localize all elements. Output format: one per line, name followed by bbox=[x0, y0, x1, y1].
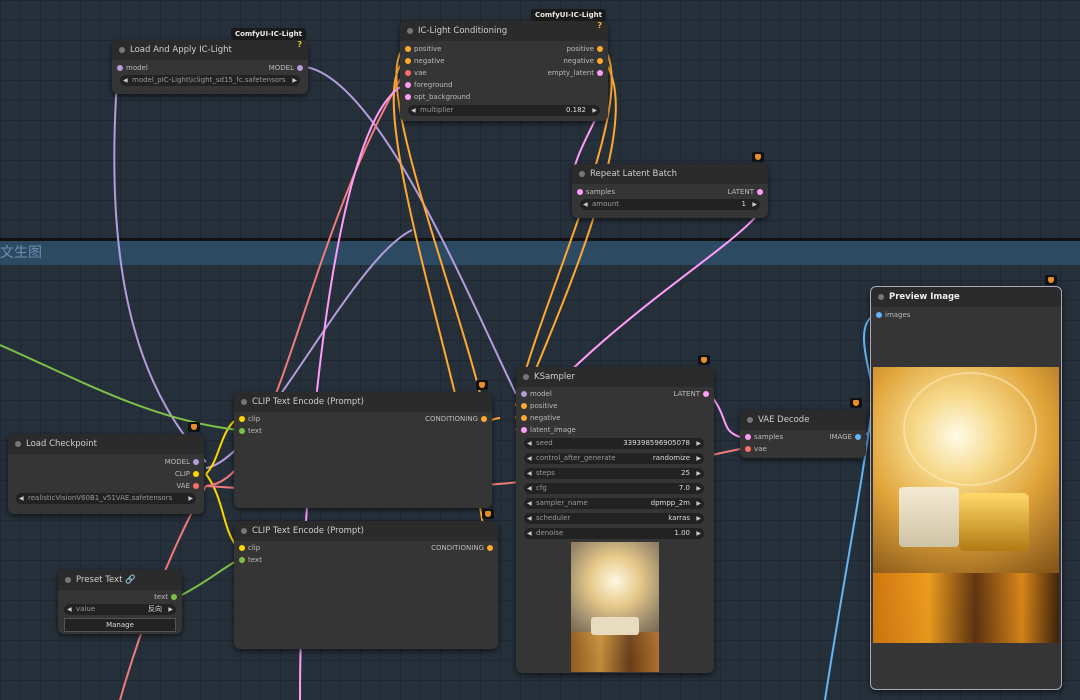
node-preview-image[interactable]: Preview Image images bbox=[870, 275, 1062, 690]
node-title[interactable]: Repeat Latent Batch bbox=[572, 164, 768, 184]
node-title[interactable]: Load Checkpoint bbox=[8, 434, 204, 454]
manage-button[interactable]: Manage bbox=[64, 618, 176, 632]
node-clip-text-encode-positive[interactable]: CLIP Text Encode (Prompt) clip text COND… bbox=[234, 380, 492, 508]
link-icon: 🔗 bbox=[125, 575, 136, 585]
node-title[interactable]: Load And Apply IC-Light bbox=[112, 40, 308, 60]
output-conditioning[interactable]: CONDITIONING bbox=[425, 413, 490, 425]
seed-widget[interactable]: seed339398596905078 bbox=[524, 438, 704, 449]
output-vae[interactable]: VAE bbox=[176, 480, 202, 492]
multiplier-widget[interactable]: multiplier0.182 bbox=[408, 105, 600, 116]
input-text[interactable]: text bbox=[236, 554, 262, 566]
node-load-checkpoint[interactable]: Load Checkpoint MODEL CLIP VAE realistic… bbox=[8, 422, 204, 514]
help-icon[interactable]: ? bbox=[297, 40, 302, 49]
node-title[interactable]: VAE Decode bbox=[740, 410, 866, 430]
wire-preset-to-neg bbox=[179, 559, 239, 597]
node-iclight-conditioning[interactable]: ComfyUI-IC-Light IC-Light Conditioning ?… bbox=[400, 9, 608, 121]
badge-iclight: ComfyUI-IC-Light bbox=[230, 28, 306, 40]
fox-icon bbox=[476, 380, 488, 390]
input-positive[interactable]: positive bbox=[518, 400, 557, 412]
fox-icon bbox=[482, 509, 494, 519]
input-negative[interactable]: negative bbox=[518, 412, 561, 424]
image-mandala bbox=[903, 372, 1037, 486]
input-text[interactable]: text bbox=[236, 425, 262, 437]
input-clip[interactable]: clip bbox=[236, 413, 260, 425]
fox-icon bbox=[1045, 275, 1057, 285]
wire-ks-latent-to-decode bbox=[709, 393, 741, 438]
group-title: 文生图 bbox=[0, 245, 42, 261]
input-samples[interactable]: samples bbox=[742, 431, 783, 443]
output-model[interactable]: MODEL bbox=[165, 456, 202, 468]
fox-icon bbox=[188, 422, 200, 432]
control-after-generate-widget[interactable]: control_after_generaterandomize bbox=[524, 453, 704, 464]
input-model[interactable]: model bbox=[114, 62, 148, 74]
image-jar-right bbox=[959, 493, 1029, 551]
output-positive[interactable]: positive bbox=[567, 43, 606, 55]
input-clip[interactable]: clip bbox=[236, 542, 260, 554]
preview-jars bbox=[591, 617, 639, 635]
preset-value-widget[interactable]: value反向 bbox=[64, 604, 176, 615]
amount-widget[interactable]: amount1 bbox=[580, 199, 760, 210]
node-load-apply-iclight[interactable]: ComfyUI-IC-Light Load And Apply IC-Light… bbox=[112, 28, 308, 94]
wire-text-to-pos bbox=[0, 344, 239, 431]
output-empty-latent[interactable]: empty_latent bbox=[548, 67, 606, 79]
preview-output-image bbox=[873, 367, 1059, 643]
node-title[interactable]: IC-Light Conditioning bbox=[400, 21, 608, 41]
input-samples[interactable]: samples bbox=[574, 186, 615, 198]
node-title[interactable]: Preview Image bbox=[871, 287, 1061, 307]
node-title[interactable]: Preset Text 🔗 bbox=[58, 570, 182, 590]
output-text[interactable]: text bbox=[154, 591, 180, 603]
help-icon[interactable]: ? bbox=[597, 21, 602, 30]
node-repeat-latent-batch[interactable]: Repeat Latent Batch samples LATENT amoun… bbox=[572, 152, 768, 218]
node-clip-text-encode-negative[interactable]: CLIP Text Encode (Prompt) clip text COND… bbox=[234, 509, 498, 649]
image-jar-left bbox=[899, 487, 959, 547]
node-title[interactable]: CLIP Text Encode (Prompt) bbox=[234, 392, 492, 412]
input-negative[interactable]: negative bbox=[402, 55, 445, 67]
preview-flowers bbox=[571, 632, 659, 672]
input-model[interactable]: model bbox=[518, 388, 552, 400]
checkpoint-select[interactable]: realisticVisionV60B1_v51VAE.safetensors bbox=[16, 493, 196, 504]
node-title[interactable]: KSampler bbox=[516, 367, 714, 387]
model-path-select[interactable]: model_pIC-Light\iclight_sd15_fc.safetens… bbox=[120, 75, 300, 86]
input-latent-image[interactable]: latent_image bbox=[518, 424, 576, 436]
latent-preview-image bbox=[571, 542, 659, 672]
output-image[interactable]: IMAGE bbox=[829, 431, 864, 443]
steps-widget[interactable]: steps25 bbox=[524, 468, 704, 479]
denoise-widget[interactable]: denoise1.00 bbox=[524, 528, 704, 539]
sampler-name-widget[interactable]: sampler_namedpmpp_2m bbox=[524, 498, 704, 509]
group-header[interactable]: 文生图 bbox=[0, 238, 1080, 265]
output-latent[interactable]: LATENT bbox=[673, 388, 712, 400]
model-path-value: model_pIC-Light\iclight_sd15_fc.safetens… bbox=[132, 76, 286, 84]
output-model[interactable]: MODEL bbox=[269, 62, 306, 74]
image-flowers bbox=[873, 573, 1059, 643]
badge-iclight: ComfyUI-IC-Light bbox=[530, 9, 606, 21]
input-foreground[interactable]: foreground bbox=[402, 79, 453, 91]
output-negative[interactable]: negative bbox=[563, 55, 606, 67]
fox-icon bbox=[698, 355, 710, 365]
node-preset-text[interactable]: Preset Text 🔗 text value反向 Manage bbox=[58, 570, 182, 634]
fox-icon bbox=[752, 152, 764, 162]
cfg-widget[interactable]: cfg7.0 bbox=[524, 483, 704, 494]
input-vae[interactable]: vae bbox=[402, 67, 427, 79]
fox-icon bbox=[850, 398, 862, 408]
node-vae-decode[interactable]: VAE Decode samples vae IMAGE bbox=[740, 398, 866, 458]
output-clip[interactable]: CLIP bbox=[175, 468, 202, 480]
output-conditioning[interactable]: CONDITIONING bbox=[431, 542, 496, 554]
node-ksampler[interactable]: KSampler model positive negative latent_… bbox=[516, 355, 714, 673]
input-vae[interactable]: vae bbox=[742, 443, 767, 455]
input-images[interactable]: images bbox=[873, 309, 910, 321]
node-title[interactable]: CLIP Text Encode (Prompt) bbox=[234, 521, 498, 541]
scheduler-widget[interactable]: schedulerkarras bbox=[524, 513, 704, 524]
output-latent[interactable]: LATENT bbox=[727, 186, 766, 198]
input-opt-background[interactable]: opt_background bbox=[402, 91, 470, 103]
input-positive[interactable]: positive bbox=[402, 43, 441, 55]
